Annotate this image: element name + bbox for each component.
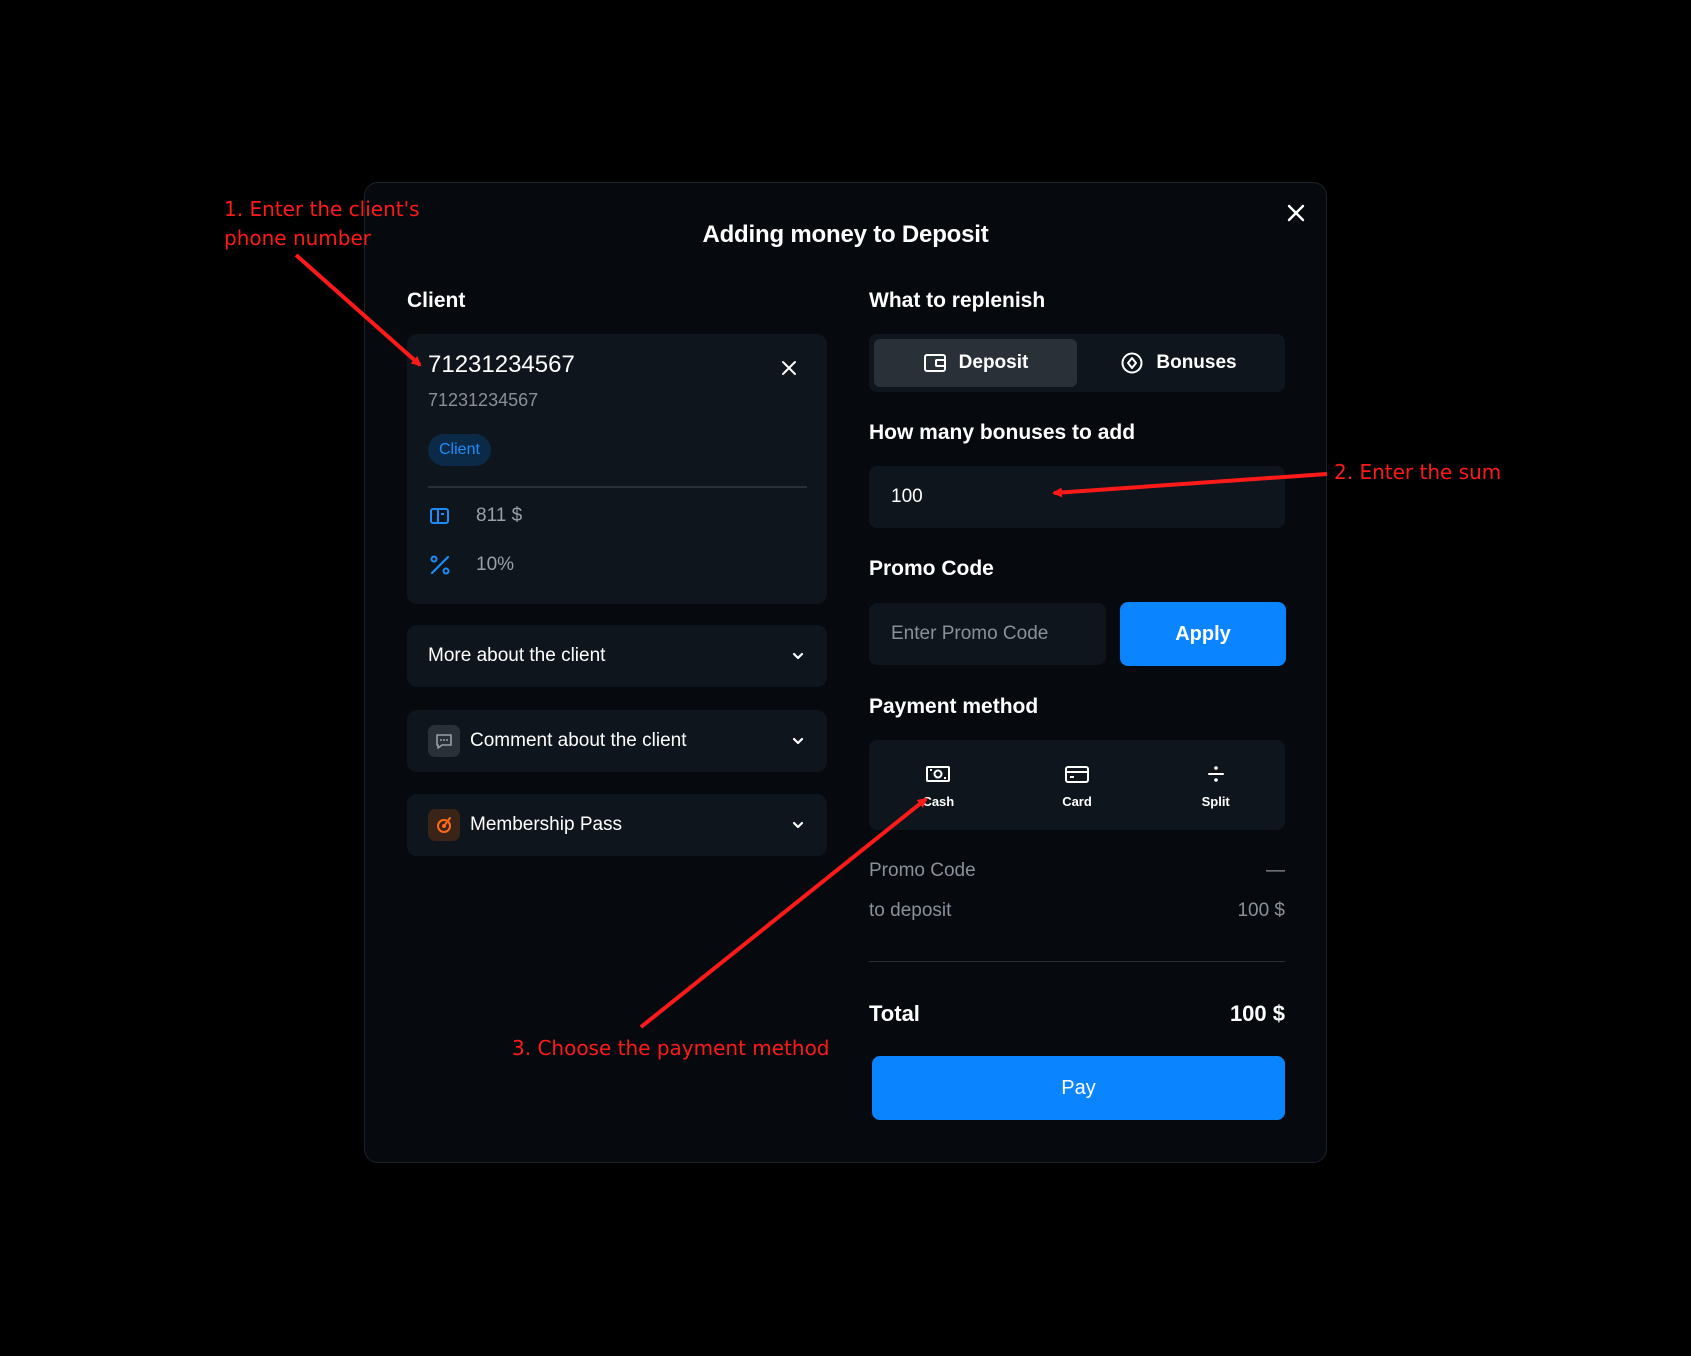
annotation-step-2: 2. Enter the sum — [1334, 460, 1502, 484]
client-card: 71231234567 71231234567 Client 811 $ 10% — [407, 334, 827, 604]
close-button[interactable] — [1282, 199, 1310, 227]
payment-method-label: Split — [1201, 793, 1230, 809]
annotation-step-3: 3. Choose the payment method — [512, 1036, 830, 1060]
deposit-modal: Adding money to Deposit Client 712312345… — [364, 182, 1327, 1163]
more-about-client-accordion[interactable]: More about the client — [407, 625, 827, 687]
payment-method-label: Card — [1062, 793, 1092, 809]
annotation-step-1: 1. Enter the client's phone number — [224, 195, 420, 253]
payment-method-label: Cash — [922, 793, 955, 809]
accordion-label: Comment about the client — [470, 730, 687, 751]
wallet-icon — [428, 504, 452, 528]
deposit-summary-value: 100 $ — [1237, 900, 1285, 921]
close-icon — [782, 361, 796, 375]
amount-label: How many bonuses to add — [869, 421, 1136, 444]
payment-method-split[interactable]: Split — [1146, 740, 1285, 830]
payment-method-card[interactable]: Card — [1008, 740, 1147, 830]
promo-label: Promo Code — [869, 557, 994, 580]
wallet-icon — [923, 352, 947, 374]
close-icon — [1287, 204, 1305, 222]
card-divider — [428, 486, 807, 488]
comment-icon — [428, 725, 460, 757]
balance-row: 811 $ — [428, 502, 522, 530]
promo-summary-label: Promo Code — [869, 860, 976, 881]
comment-accordion[interactable]: Comment about the client — [407, 710, 827, 772]
client-name: 71231234567 — [428, 351, 575, 378]
payment-method-selector: Cash Card Split — [869, 740, 1285, 830]
annotation-step-1-line-1: 1. Enter the client's — [224, 197, 420, 221]
percent-icon — [428, 553, 452, 577]
client-phone: 71231234567 — [428, 390, 539, 410]
divide-icon — [1202, 762, 1230, 786]
card-icon — [1063, 762, 1091, 786]
discount-row: 10% — [428, 551, 514, 579]
deposit-option-label: Deposit — [958, 352, 1029, 373]
replenish-toggle: Deposit Bonuses — [869, 334, 1285, 392]
apply-promo-button[interactable]: Apply — [1120, 602, 1286, 666]
deposit-option[interactable]: Deposit — [874, 339, 1077, 387]
promo-summary-row: Promo Code — — [869, 860, 1285, 882]
promo-code-input[interactable] — [869, 603, 1106, 665]
modal-title: Adding money to Deposit — [702, 221, 989, 248]
deposit-summary-row: to deposit 100 $ — [869, 900, 1285, 922]
payment-method-cash[interactable]: Cash — [869, 740, 1008, 830]
accordion-label: More about the client — [428, 645, 606, 666]
client-status-badge: Client — [428, 434, 491, 466]
deposit-summary-label: to deposit — [869, 900, 952, 921]
chevron-down-icon — [790, 817, 806, 833]
replenish-section-label: What to replenish — [869, 289, 1046, 312]
membership-pass-accordion[interactable]: Membership Pass — [407, 794, 827, 856]
chevron-down-icon — [790, 648, 806, 664]
bonuses-option-label: Bonuses — [1156, 352, 1237, 373]
cash-icon — [924, 762, 952, 786]
bonuses-option[interactable]: Bonuses — [1077, 339, 1280, 387]
total-value: 100 $ — [1229, 1001, 1285, 1026]
chevron-down-icon — [790, 733, 806, 749]
client-section-label: Client — [407, 289, 466, 312]
accordion-label: Membership Pass — [470, 814, 623, 835]
clear-client-button[interactable] — [777, 356, 801, 380]
amount-input[interactable] — [869, 466, 1285, 528]
total-row: Total 100 $ — [869, 1001, 1285, 1027]
summary-divider — [869, 961, 1285, 962]
total-label: Total — [869, 1001, 920, 1026]
client-discount: 10% — [476, 554, 515, 575]
payment-method-label: Payment method — [869, 695, 1039, 718]
bonus-icon — [1120, 351, 1144, 375]
pay-button[interactable]: Pay — [872, 1056, 1285, 1120]
client-balance: 811 $ — [476, 505, 523, 526]
promo-summary-value: — — [1266, 860, 1285, 881]
membership-icon — [428, 809, 460, 841]
annotation-step-1-line-2: phone number — [224, 226, 372, 250]
